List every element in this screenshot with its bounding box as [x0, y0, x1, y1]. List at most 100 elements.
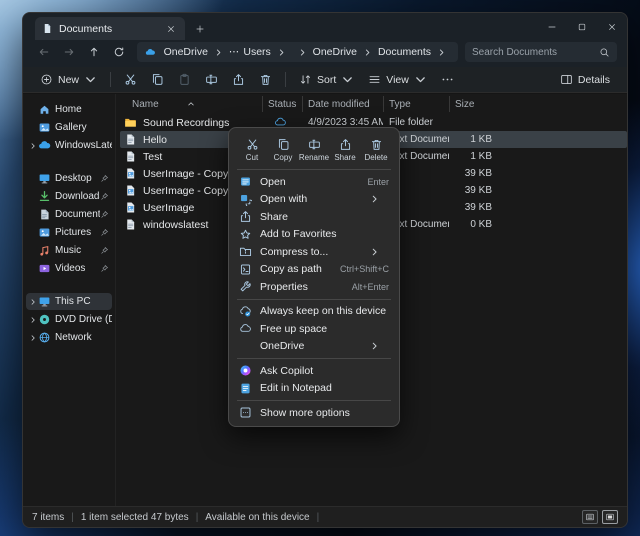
chevron-right-icon[interactable] [29, 316, 37, 324]
menu-item-open-with[interactable]: Open with [233, 191, 395, 209]
delete-button[interactable] [252, 70, 279, 89]
menu-item-copy-as-path[interactable]: Copy as pathCtrl+Shift+C [233, 261, 395, 279]
column-header-type[interactable]: Type [383, 96, 449, 112]
file-name-label: UserImage - Copy [143, 185, 228, 197]
new-tab-button[interactable] [193, 22, 207, 36]
tab-close-icon[interactable] [164, 22, 178, 36]
sidebar-item-gallery[interactable]: Gallery [26, 119, 112, 136]
details-view-toggle[interactable] [582, 510, 598, 524]
column-header-status[interactable]: Status [262, 96, 302, 112]
sidebar-item-pictures[interactable]: Pictures [26, 224, 112, 241]
up-button[interactable] [83, 42, 105, 62]
file-size-cell: 39 KB [449, 202, 497, 213]
menu-item-label: Show more options [260, 407, 389, 419]
refresh-icon [113, 46, 125, 58]
tab-documents[interactable]: Documents [35, 17, 185, 40]
forward-button[interactable] [58, 42, 80, 62]
menu-item-always-keep-on-this-device[interactable]: Always keep on this device [233, 303, 395, 321]
menu-item-open[interactable]: OpenEnter [233, 173, 395, 191]
chevron-right-icon[interactable] [363, 47, 372, 58]
breadcrumb-segment-users[interactable]: Users [241, 46, 272, 58]
properties-icon [239, 280, 252, 293]
window-controls [537, 13, 627, 40]
column-header-date-modified[interactable]: Date modified [302, 96, 383, 112]
minimize-button[interactable] [537, 13, 567, 40]
view-button[interactable]: View [361, 70, 434, 89]
breadcrumb-segment-blank[interactable]: ⋯ [227, 46, 242, 58]
delete-icon [370, 138, 383, 151]
menu-item-free-up-space[interactable]: Free up space [233, 320, 395, 338]
quick-action-delete[interactable]: Delete [361, 135, 391, 164]
share-icon [239, 210, 252, 223]
quick-action-cut[interactable]: Cut [237, 135, 267, 164]
menu-item-show-more-options[interactable]: Show more options [233, 404, 395, 422]
cut-button[interactable] [117, 70, 144, 89]
sidebar-item-windowslatest-pe[interactable]: WindowsLatest - Pe [26, 137, 112, 154]
chevron-right-icon[interactable] [437, 47, 446, 58]
icons-view-toggle[interactable] [602, 510, 618, 524]
sidebar-item-videos[interactable]: Videos [26, 260, 112, 277]
more-commands-button[interactable] [434, 70, 461, 89]
breadcrumb[interactable]: OneDrive ⋯Users OneDrive Documents [137, 42, 458, 62]
file-size-cell: 39 KB [449, 185, 497, 196]
breadcrumb-segment-documents[interactable]: Documents [376, 46, 433, 58]
details-pane-icon [560, 73, 573, 86]
search-input[interactable] [472, 47, 599, 58]
menu-item-add-to-favorites[interactable]: Add to Favorites [233, 226, 395, 244]
quick-action-share[interactable]: Share [330, 135, 360, 164]
new-button[interactable]: New [33, 70, 104, 89]
sort-button[interactable]: Sort [292, 70, 361, 89]
document-tab-icon [42, 23, 53, 34]
sidebar-item-documents[interactable]: Documents [26, 206, 112, 223]
context-menu: CutCopyRenameShareDeleteOpenEnterOpen wi… [228, 127, 400, 427]
share-button[interactable] [225, 70, 252, 89]
chevron-down-icon [341, 73, 354, 86]
column-header-size[interactable]: Size [449, 96, 497, 112]
chevron-right-icon[interactable] [29, 142, 37, 150]
sidebar-item-music[interactable]: Music [26, 242, 112, 259]
sidebar-item-home[interactable]: Home [26, 101, 112, 118]
chevron-right-icon[interactable] [214, 47, 223, 58]
sidebar-item-downloads[interactable]: Downloads [26, 188, 112, 205]
breadcrumb-segment-onedrive[interactable]: OneDrive [311, 46, 359, 58]
sidebar-item-dvd-drive-d-ccc[interactable]: DVD Drive (D:) CCC [26, 311, 112, 328]
column-header-name[interactable]: Name [120, 96, 262, 112]
chevron-right-icon[interactable] [277, 47, 286, 58]
sidebar-item-desktop[interactable]: Desktop [26, 170, 112, 187]
quick-action-rename[interactable]: Rename [299, 135, 329, 164]
chevron-right-icon[interactable] [29, 334, 37, 342]
refresh-button[interactable] [108, 42, 130, 62]
always-keep-icon [239, 305, 252, 318]
menu-item-compress-to[interactable]: Compress to... [233, 243, 395, 261]
file-name-label: Test [143, 151, 162, 163]
sidebar-item-network[interactable]: Network [26, 329, 112, 346]
search-box[interactable] [465, 42, 617, 62]
sidebar-item-this-pc[interactable]: This PC [26, 293, 112, 310]
breadcrumb-segment-onedrive[interactable]: OneDrive [162, 46, 210, 58]
cut-icon [124, 73, 137, 86]
menu-item-shortcut: Enter [367, 177, 389, 187]
menu-item-properties[interactable]: PropertiesAlt+Enter [233, 278, 395, 296]
chevron-right-icon[interactable] [29, 298, 37, 306]
paste-button[interactable] [171, 70, 198, 89]
maximize-button[interactable] [567, 13, 597, 40]
up-icon [88, 46, 100, 58]
close-button[interactable] [597, 13, 627, 40]
copy-button[interactable] [144, 70, 171, 89]
music-icon [38, 244, 51, 257]
menu-item-onedrive[interactable]: OneDrive [233, 338, 395, 356]
sidebar-item-label: Videos [55, 263, 100, 274]
rename-icon [308, 138, 321, 151]
quick-action-copy[interactable]: Copy [268, 135, 298, 164]
share-icon [339, 138, 352, 151]
menu-item-share[interactable]: Share [233, 208, 395, 226]
share-icon [232, 73, 245, 86]
free-up-space-icon [239, 322, 252, 335]
rename-button[interactable] [198, 70, 225, 89]
menu-item-edit-in-notepad[interactable]: Edit in Notepad [233, 380, 395, 398]
chevron-right-icon[interactable] [298, 47, 307, 58]
details-pane-button[interactable]: Details [553, 70, 617, 89]
text-doc-icon [124, 218, 137, 231]
back-button[interactable] [33, 42, 55, 62]
menu-item-ask-copilot[interactable]: Ask Copilot [233, 362, 395, 380]
